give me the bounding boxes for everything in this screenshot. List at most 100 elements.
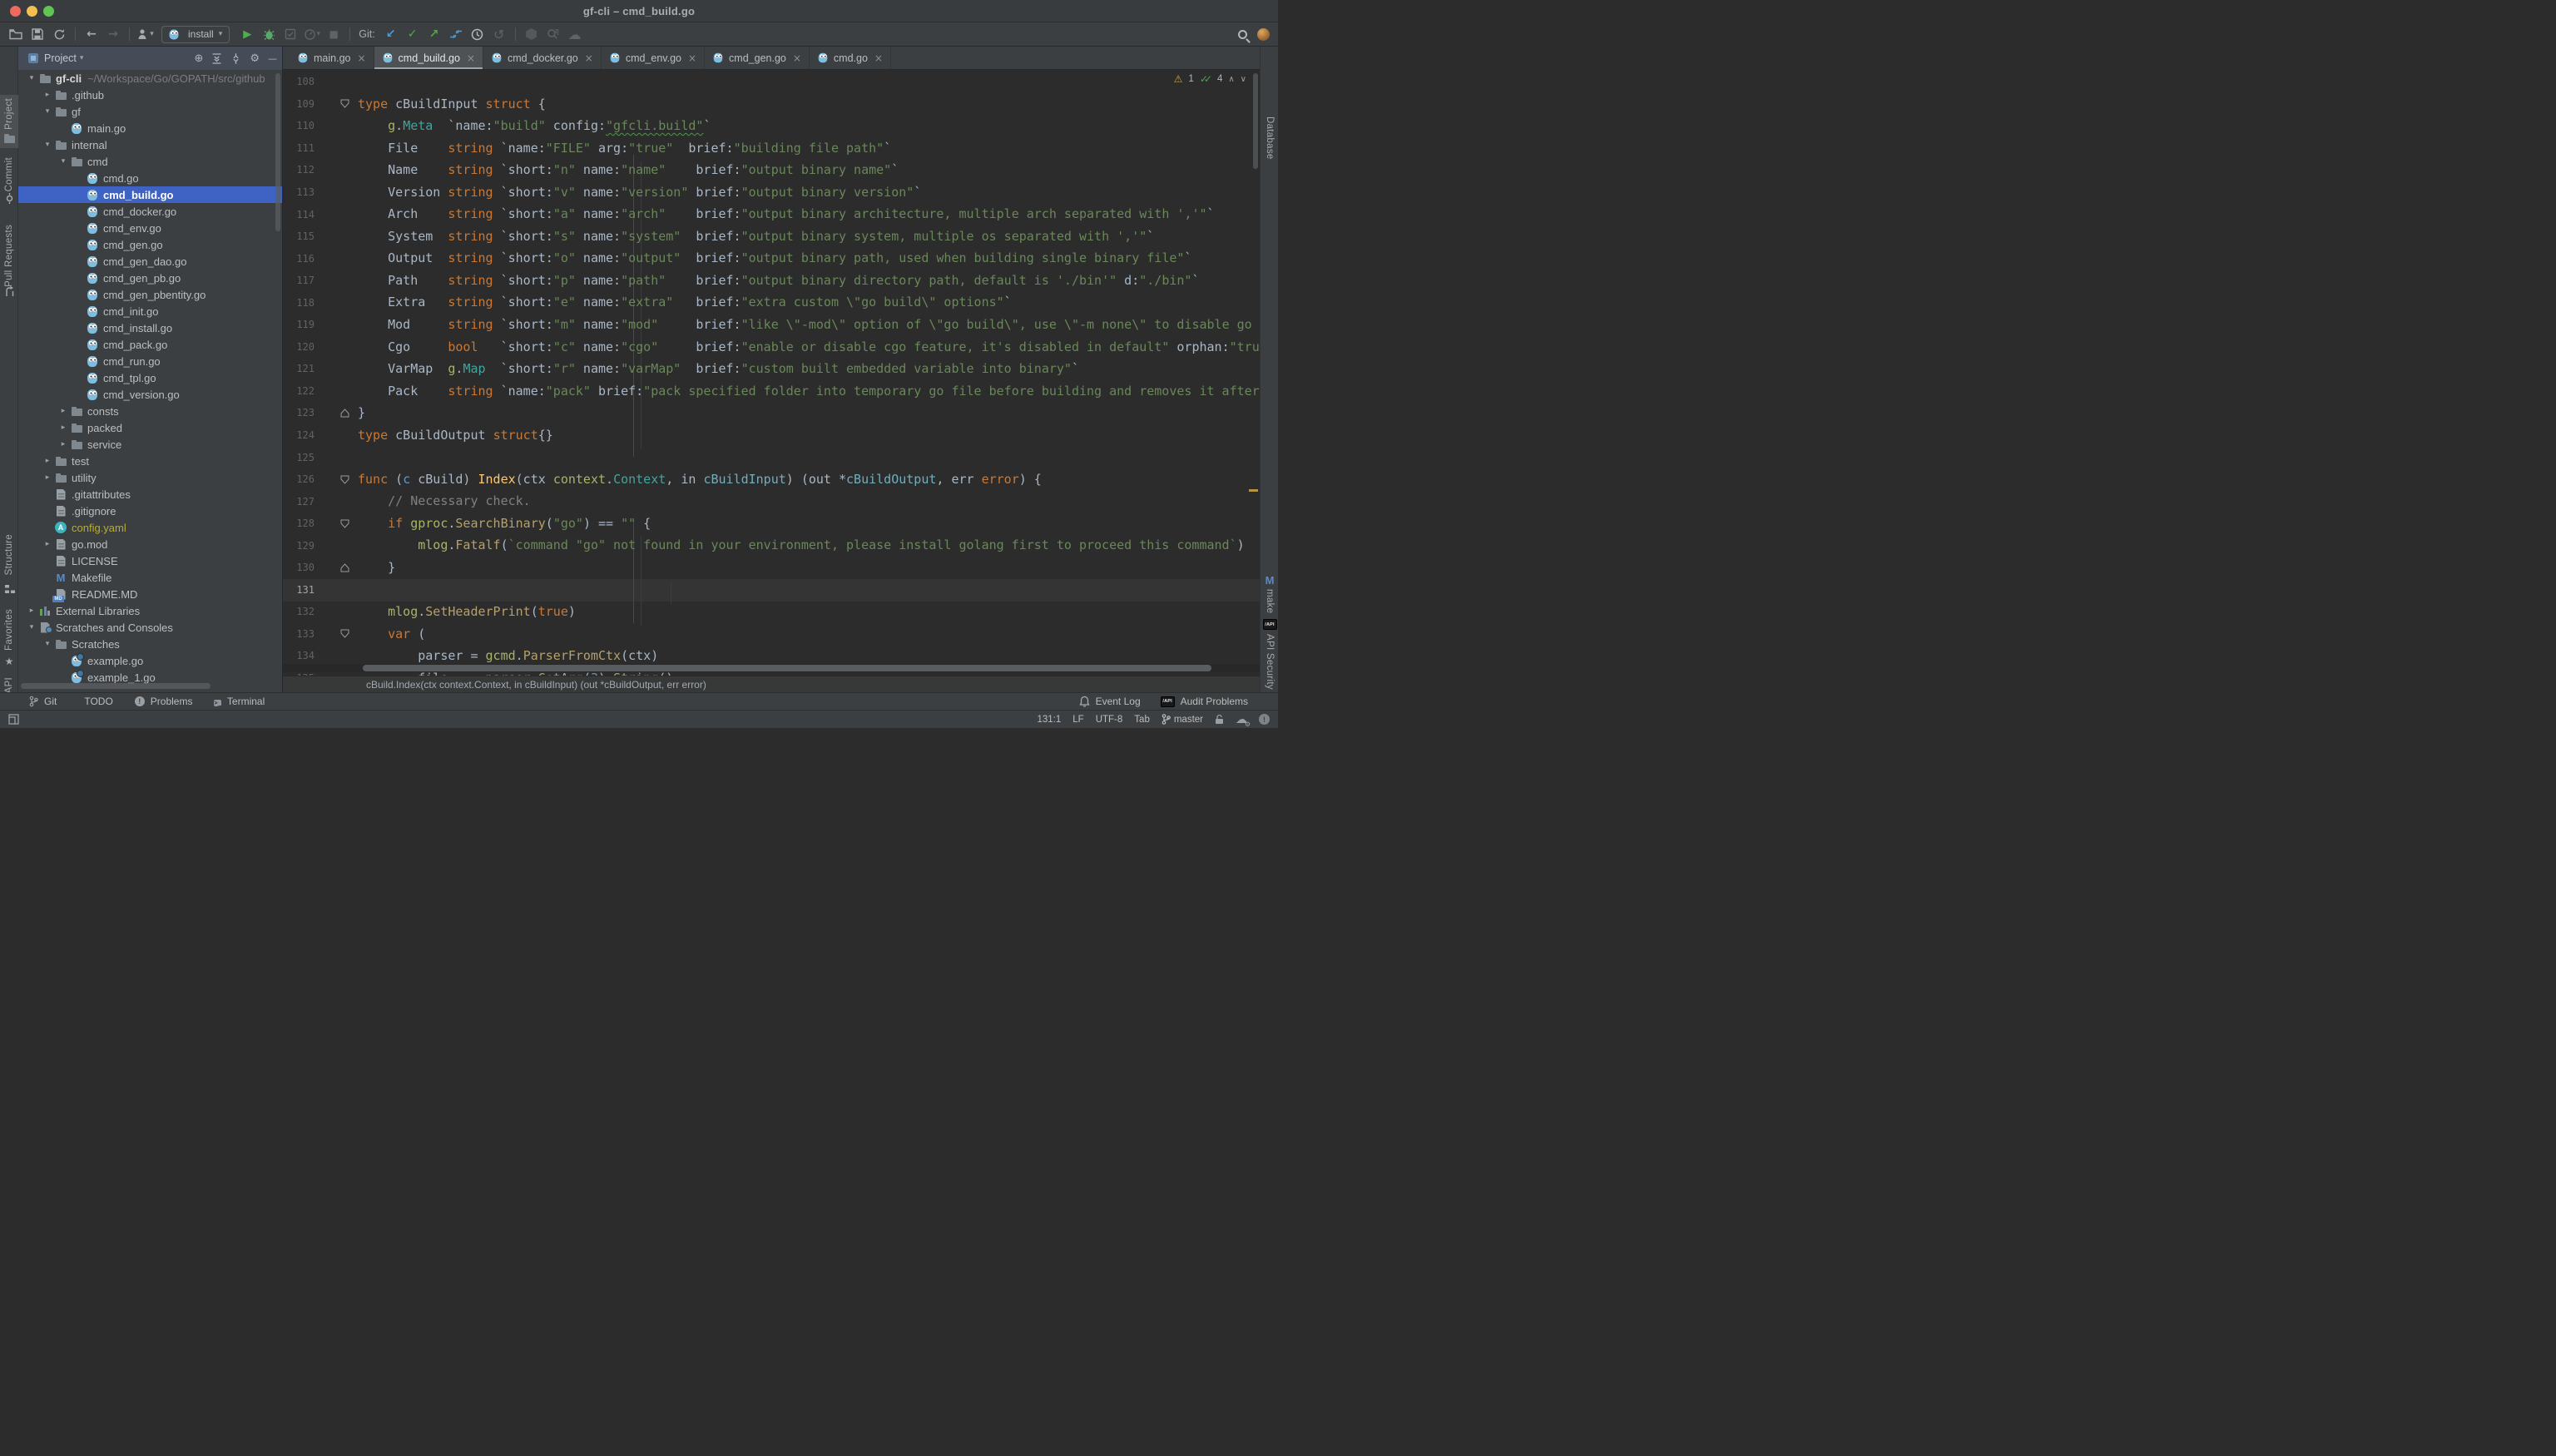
inspection-indicator-icon[interactable]: ! [1259,714,1270,725]
caret-position[interactable]: 131:1 [1038,715,1062,725]
api-security-audit-icon[interactable]: /API [1261,619,1279,630]
tree-item-.gitattributes[interactable]: .gitattributes [18,486,282,503]
tree-item-cmd_gen_dao.go[interactable]: cmd_gen_dao.go [18,253,282,270]
project-horizontal-scrollbar[interactable] [21,683,211,689]
code-line-129[interactable]: 129 mlog.Fatalf(`command "go" not found … [283,534,1260,557]
code-line-116[interactable]: 116 Output string `short:"o" name:"outpu… [283,247,1260,270]
star-icon[interactable]: ★ [0,656,18,667]
toolwindow-button-terminal[interactable]: >_Terminal [214,696,265,708]
line-number[interactable]: 113 [283,186,315,198]
code-line-118[interactable]: 118 Extra string `short:"e" name:"extra"… [283,291,1260,314]
close-icon[interactable]: × [874,52,883,64]
git-branch-widget[interactable]: master [1162,714,1203,725]
chevron-collapsed-icon[interactable]: ▸ [41,457,54,465]
history-icon[interactable] [468,25,487,43]
encoding-indicator[interactable]: UTF-8 [1096,715,1123,725]
code-line-127[interactable]: 127 // Necessary check. [283,490,1260,513]
tree-item-internal[interactable]: ▾internal [18,136,282,153]
line-number[interactable]: 124 [283,429,315,441]
toolwindow-button-git[interactable]: Git [29,696,57,707]
tree-item-cmd_gen.go[interactable]: cmd_gen.go [18,236,282,253]
prev-problem-icon[interactable]: ∧ [1228,75,1234,84]
editor-horizontal-scrollbar[interactable] [283,664,1260,672]
code-line-124[interactable]: 124type cBuildOutput struct{} [283,424,1260,447]
breadcrumb[interactable]: cBuild.Index(ctx context.Context, in cBu… [283,676,1260,692]
profiler-icon[interactable]: ▾ [303,25,321,43]
line-number[interactable]: 119 [283,319,315,330]
tool-button-pull-requests[interactable]: Pull Requests [0,225,18,287]
code-line-131[interactable]: 131 [283,579,1260,602]
chevron-down-icon[interactable]: ▾ [80,54,84,62]
tree-item-Makefile[interactable]: MMakefile [18,569,282,586]
chevron-expanded-icon[interactable]: ▾ [41,107,54,116]
editor-tab-cmd_env.go[interactable]: cmd_env.go× [602,47,705,69]
line-number[interactable]: 134 [283,650,315,661]
line-number[interactable]: 133 [283,628,315,640]
line-number[interactable]: 130 [283,562,315,573]
chevron-collapsed-icon[interactable]: ▸ [57,407,70,415]
chevron-expanded-icon[interactable]: ▾ [41,640,54,648]
locate-file-icon[interactable]: ⊕ [194,52,203,65]
code-line-133[interactable]: 133 var ( [283,623,1260,646]
toolwindow-button-todo[interactable]: TODO [78,696,112,707]
expand-all-icon[interactable] [211,53,222,64]
line-number[interactable]: 123 [283,407,315,418]
tree-item-README.MD[interactable]: MDREADME.MD [18,586,282,602]
line-number[interactable]: 118 [283,297,315,309]
tool-button-project[interactable]: Project [0,98,18,130]
tree-item-cmd_env.go[interactable]: cmd_env.go [18,220,282,236]
tool-button-make[interactable]: make [1261,589,1279,613]
code-line-109[interactable]: 109type cBuildInput struct { [283,93,1260,116]
code-line-123[interactable]: 123} [283,402,1260,424]
tool-button-commit[interactable]: Commit [0,157,18,191]
chevron-collapsed-icon[interactable]: ▸ [57,423,70,432]
tree-item-cmd_gen_pbentity.go[interactable]: cmd_gen_pbentity.go [18,286,282,303]
tree-item-cmd_run.go[interactable]: cmd_run.go [18,353,282,369]
editor-tab-cmd_build.go[interactable]: cmd_build.go× [374,47,483,69]
editor-tab-cmd.go[interactable]: cmd.go× [810,47,891,69]
project-view-selector[interactable]: Project [44,52,77,64]
line-number[interactable]: 127 [283,496,315,508]
tree-item-Scratches and Consoles[interactable]: ▾Scratches and Consoles [18,619,282,636]
toolwindow-button-event-log[interactable]: Event Log [1079,696,1141,707]
search-everywhere-icon[interactable] [1238,30,1247,39]
tree-item-test[interactable]: ▸test [18,453,282,469]
search-history-icon[interactable] [544,25,562,43]
tree-item-cmd_install.go[interactable]: cmd_install.go [18,319,282,336]
collapse-all-icon[interactable] [230,53,241,64]
code-line-128[interactable]: 128 if gproc.SearchBinary("go") == "" { [283,513,1260,535]
code-line-111[interactable]: 111 File string `name:"FILE" arg:"true" … [283,137,1260,160]
fold-open-icon[interactable] [315,475,358,484]
editor-horizontal-scrollbar-thumb[interactable] [363,665,1211,671]
rollback-icon[interactable]: ↺ [490,25,508,43]
tree-item-External Libraries[interactable]: ▸External Libraries [18,602,282,619]
fold-close-icon[interactable] [315,409,358,418]
line-number[interactable]: 125 [283,452,315,463]
chevron-expanded-icon[interactable]: ▾ [57,157,70,166]
code-line-119[interactable]: 119 Mod string `short:"m" name:"mod" bri… [283,314,1260,336]
code-line-110[interactable]: 110 g.Meta `name:"build" config:"gfcli.b… [283,115,1260,137]
close-icon[interactable]: × [357,52,365,64]
line-number[interactable]: 120 [283,341,315,353]
run-with-coverage-icon[interactable] [281,25,300,43]
code-line-126[interactable]: 126func (c cBuild) Index(ctx context.Con… [283,468,1260,491]
lock-icon[interactable] [1215,714,1224,725]
forward-icon[interactable]: → [104,25,122,43]
line-number[interactable]: 115 [283,230,315,242]
run-button[interactable]: ▶ [238,25,256,43]
code-line-121[interactable]: 121 VarMap g.Map `short:"r" name:"varMap… [283,358,1260,380]
project-vertical-scrollbar[interactable] [275,73,280,231]
inspection-widget[interactable]: ⚠ 1 ✓✓ 4 ∧ ∨ [1174,73,1246,85]
toolwindow-toggle-icon[interactable] [8,714,19,725]
code-line-125[interactable]: 125 [283,446,1260,468]
code-line-113[interactable]: 113 Version string `short:"v" name:"vers… [283,181,1260,204]
tree-item-gf[interactable]: ▾gf [18,103,282,120]
code-line-120[interactable]: 120 Cgo bool `short:"c" name:"cgo" brief… [283,336,1260,359]
next-problem-icon[interactable]: ∨ [1241,75,1246,84]
line-number[interactable]: 112 [283,164,315,176]
editor-tab-cmd_docker.go[interactable]: cmd_docker.go× [483,47,602,69]
indent-indicator[interactable]: Tab [1134,715,1150,725]
structure-icon[interactable] [0,584,18,594]
stop-button[interactable]: ■ [324,25,343,43]
ide-status-orb-icon[interactable] [1257,28,1270,41]
